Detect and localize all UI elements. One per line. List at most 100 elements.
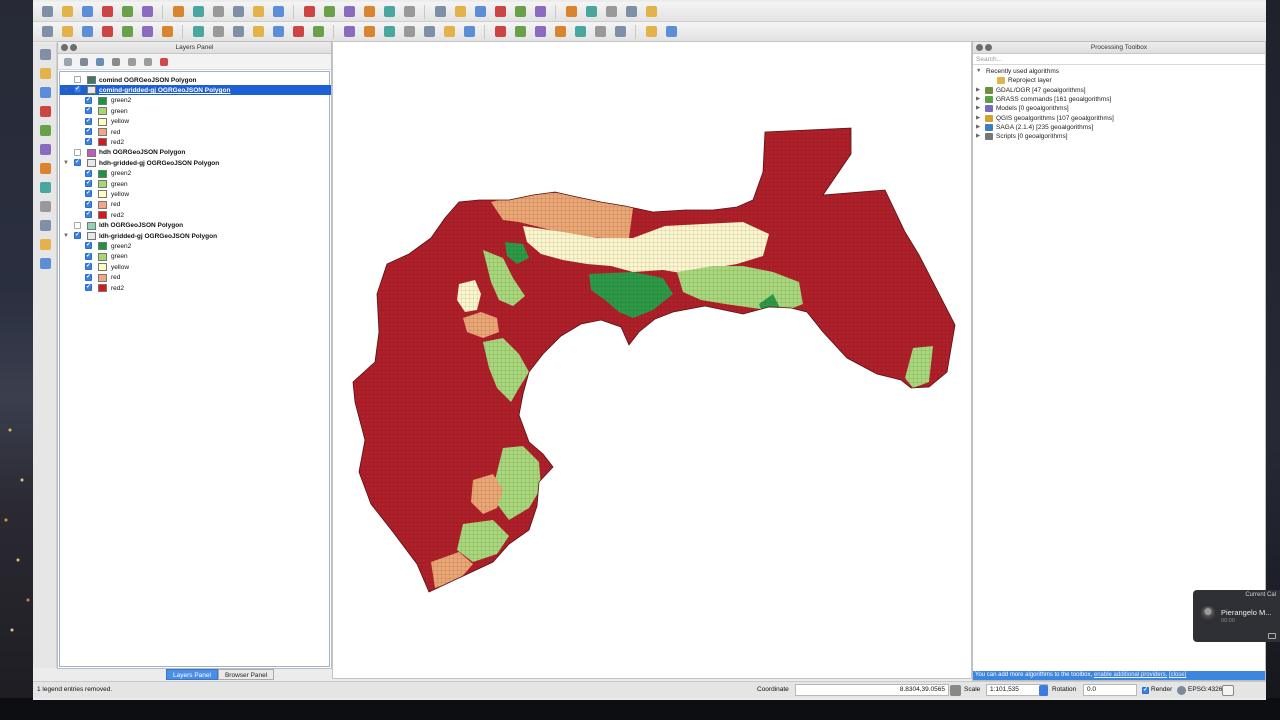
crs-button[interactable]: EPSG:4326 — [1188, 686, 1222, 693]
legend-class-row[interactable]: green2 — [60, 169, 331, 179]
legend-class-row[interactable]: red — [60, 200, 331, 210]
text-annotation-icon[interactable] — [623, 4, 639, 19]
legend-class-row[interactable]: red — [60, 273, 331, 283]
layer-visibility-checkbox[interactable] — [74, 85, 81, 94]
class-visibility-checkbox[interactable] — [85, 179, 92, 187]
enable-providers-link[interactable]: enable additional providers. — [1094, 672, 1167, 678]
legend-class-row[interactable]: yellow — [60, 262, 331, 272]
toggle-edit-icon[interactable] — [39, 24, 55, 39]
class-visibility-checkbox[interactable] — [85, 283, 92, 291]
open-attribute-table-icon[interactable] — [492, 4, 508, 19]
add-delimited-text-icon[interactable] — [37, 218, 53, 233]
add-raster-layer-icon[interactable] — [37, 66, 53, 81]
new-project-icon[interactable] — [39, 4, 55, 19]
paste-icon[interactable] — [230, 24, 246, 39]
plugin-b-icon[interactable] — [552, 24, 568, 39]
toolbox-tree-item[interactable]: Reproject layer — [973, 76, 1265, 85]
node-tool-icon[interactable] — [139, 24, 155, 39]
class-visibility-checkbox[interactable] — [85, 252, 92, 260]
delete-selected-icon[interactable] — [159, 24, 175, 39]
tab-layers-panel[interactable]: Layers Panel — [166, 669, 218, 680]
layer-row[interactable]: comind OGRGeoJSON Polygon — [60, 75, 331, 85]
tab-browser-panel[interactable]: Browser Panel — [217, 669, 275, 680]
layer-row[interactable]: ldh OGRGeoJSON Polygon — [60, 221, 331, 231]
class-visibility-checkbox[interactable] — [85, 241, 92, 250]
zoom-to-layer-icon[interactable] — [321, 4, 337, 19]
identify-icon[interactable] — [401, 4, 417, 19]
toolbox-tree-item[interactable]: ▶ Models [0 geoalgorithms] — [973, 104, 1265, 113]
globe-icon[interactable] — [492, 24, 508, 39]
save-project-icon[interactable] — [79, 4, 95, 19]
toolbox-tree-item[interactable]: ▶ QGIS geoalgorithms [107 geoalgorithms] — [973, 114, 1265, 123]
layer-visibility-checkbox[interactable] — [74, 231, 81, 239]
toolbox-tree-item[interactable]: ▶ Scripts [0 geoalgorithms] — [973, 132, 1265, 141]
toggle-extents-icon[interactable] — [950, 685, 961, 696]
remove-layer-icon[interactable] — [158, 56, 170, 68]
csw-icon[interactable] — [421, 24, 437, 39]
class-visibility-checkbox[interactable] — [85, 200, 92, 208]
map-canvas[interactable] — [332, 41, 972, 679]
close-note-link[interactable]: [close] — [1169, 672, 1186, 678]
label-move-icon[interactable] — [290, 24, 306, 39]
expand-all-icon[interactable] — [126, 56, 138, 68]
add-wfs-icon[interactable] — [37, 199, 53, 214]
annotation-icon[interactable] — [583, 4, 599, 19]
legend-class-row[interactable]: yellow — [60, 189, 331, 199]
composer-manager-icon[interactable] — [139, 4, 155, 19]
legend-class-row[interactable]: red2 — [60, 283, 331, 293]
legend-class-row[interactable]: yellow — [60, 117, 331, 127]
legend-class-row[interactable]: green — [60, 106, 331, 116]
layer-visibility-checkbox[interactable] — [74, 76, 81, 83]
statistics-icon[interactable] — [532, 4, 548, 19]
pan-icon[interactable] — [170, 4, 186, 19]
cut-icon[interactable] — [190, 24, 206, 39]
new-shapefile-icon[interactable] — [37, 237, 53, 252]
class-visibility-checkbox[interactable] — [85, 189, 92, 198]
refresh-plugin-icon[interactable] — [512, 24, 528, 39]
render-checkbox[interactable] — [1142, 686, 1149, 694]
coordinate-field[interactable]: 8.8304,39.0565 — [795, 684, 949, 696]
close-icon[interactable] — [61, 44, 68, 51]
class-visibility-checkbox[interactable] — [85, 169, 92, 177]
label-show-icon[interactable] — [270, 24, 286, 39]
add-wcs-icon[interactable] — [37, 180, 53, 195]
python-icon[interactable] — [441, 24, 457, 39]
zoom-last-icon[interactable] — [341, 4, 357, 19]
save-as-icon[interactable] — [99, 4, 115, 19]
add-virtual-layer-icon[interactable] — [37, 256, 53, 271]
copy-icon[interactable] — [210, 24, 226, 39]
zoom-out-icon[interactable] — [230, 4, 246, 19]
toolbox-search-input[interactable]: Search... — [973, 54, 1265, 65]
scale-dropdown-icon[interactable] — [1039, 685, 1048, 696]
plugin-f-icon[interactable] — [643, 24, 659, 39]
legend-class-row[interactable]: green2 — [60, 96, 331, 106]
zoom-to-selection-icon[interactable] — [301, 4, 317, 19]
label-highlight-icon[interactable] — [381, 24, 397, 39]
class-visibility-checkbox[interactable] — [85, 96, 92, 104]
add-wms-icon[interactable] — [37, 161, 53, 176]
tree-arrow-icon[interactable]: ▼ — [976, 67, 981, 76]
plugin-e-icon[interactable] — [612, 24, 628, 39]
plugin-d-icon[interactable] — [592, 24, 608, 39]
legend-class-row[interactable]: green — [60, 179, 331, 189]
label-change-icon[interactable] — [341, 24, 357, 39]
class-visibility-checkbox[interactable] — [85, 210, 92, 219]
messages-icon[interactable] — [1222, 685, 1234, 696]
tree-arrow-icon[interactable]: ▶ — [976, 132, 980, 141]
label-rotate-icon[interactable] — [310, 24, 326, 39]
layer-visibility-checkbox[interactable] — [74, 158, 81, 167]
new-print-composer-icon[interactable] — [119, 4, 135, 19]
call-notification[interactable]: Current Cal Pierangelo M... 00:00 — [1193, 590, 1280, 642]
label-icon[interactable] — [603, 4, 619, 19]
plugin-c-icon[interactable] — [572, 24, 588, 39]
tree-arrow-icon[interactable]: ▶ — [976, 123, 980, 132]
tree-arrow-icon[interactable]: ▶ — [976, 95, 980, 104]
class-visibility-checkbox[interactable] — [85, 137, 92, 146]
layer-visibility-checkbox[interactable] — [74, 221, 81, 229]
collapse-all-icon[interactable] — [142, 56, 154, 68]
toolbox-tree-item[interactable]: ▼ Recently used algorithms — [973, 67, 1265, 76]
expand-call-icon[interactable] — [1268, 633, 1276, 639]
class-visibility-checkbox[interactable] — [85, 262, 92, 271]
ext-icon[interactable] — [461, 24, 477, 39]
float-icon[interactable] — [70, 44, 77, 51]
